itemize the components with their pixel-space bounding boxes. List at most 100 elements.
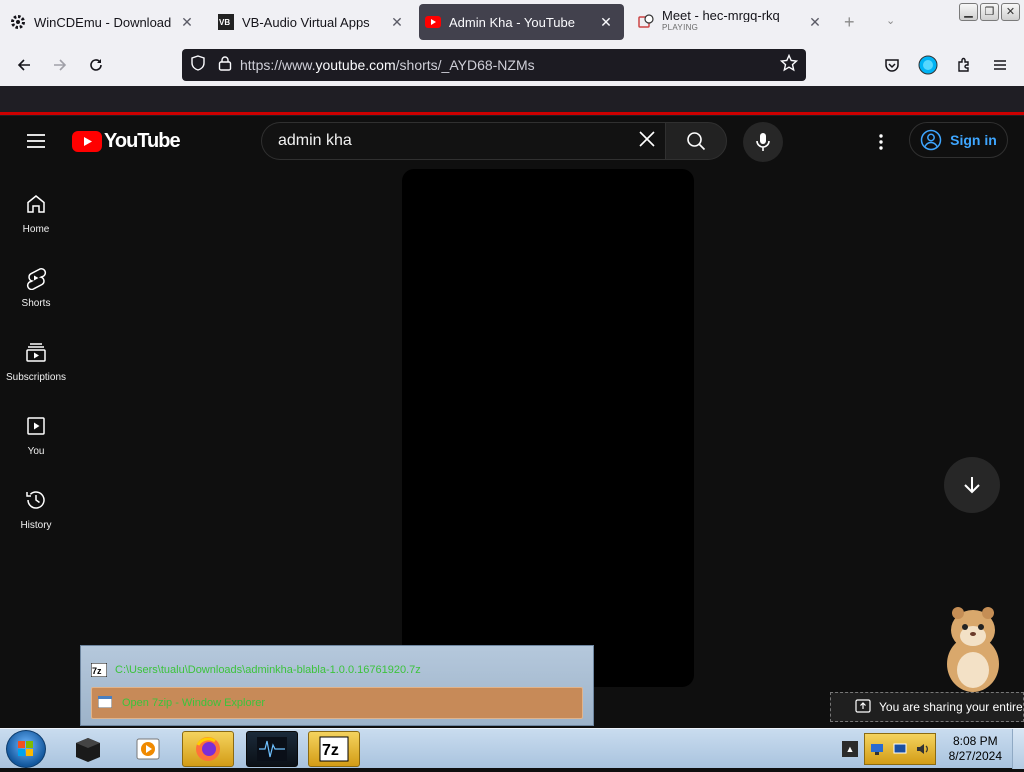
tab-playing-label: PLAYING [662, 23, 699, 32]
taskbar-app-media-player[interactable] [122, 731, 174, 767]
page-load-strip [0, 86, 1024, 116]
vb-logo-icon: VB [218, 14, 234, 30]
search-query: admin kha [278, 132, 352, 149]
guide-menu-button[interactable] [24, 132, 48, 155]
jump-list-recent-file[interactable]: 7z C:\Users\tualu\Downloads\adminkha-bla… [90, 659, 583, 681]
volume-icon [917, 744, 929, 754]
search-button[interactable] [665, 122, 727, 160]
7zip-icon: 7z [319, 736, 349, 762]
sidebar-item-label: You [27, 446, 45, 457]
monitor-icon [893, 743, 907, 754]
start-button[interactable] [6, 730, 46, 768]
next-short-button[interactable] [944, 457, 1000, 513]
close-tab-icon[interactable]: ✕ [805, 14, 825, 31]
back-button[interactable] [10, 52, 38, 78]
network-icon [870, 744, 883, 755]
search-input[interactable]: admin kha [261, 122, 665, 160]
waveform-app-icon [257, 737, 287, 761]
black-box-app-icon [76, 738, 100, 762]
new-tab-button[interactable]: + [844, 12, 855, 33]
close-tab-icon[interactable]: ✕ [387, 14, 407, 31]
taskbar-app-audio[interactable] [246, 731, 298, 767]
close-window-button[interactable]: ✕ [1001, 3, 1020, 21]
hamburger-icon [994, 60, 1006, 70]
menu-button[interactable] [986, 52, 1014, 78]
taskbar-app-7zip[interactable]: 7z [308, 731, 360, 767]
close-tab-icon[interactable]: ✕ [596, 14, 616, 31]
svg-text:7z: 7z [92, 666, 102, 676]
windows-taskbar: 7z ▲ 8:08 PM 8/27/2024 [0, 728, 1024, 769]
sidebar-item-home[interactable]: Home [0, 178, 72, 248]
url-text[interactable]: https://www.youtube.com/shorts/_AYD68-NZ… [240, 57, 535, 73]
voice-search-button[interactable] [743, 122, 783, 162]
jump-list-item-text: C:\Users\tualu\Downloads\adminkha-blabla… [115, 664, 421, 676]
pocket-button[interactable] [878, 52, 906, 78]
sign-in-label: Sign in [950, 132, 997, 148]
forward-button[interactable] [46, 52, 74, 78]
tab-title: VB-Audio Virtual Apps [242, 14, 370, 30]
tab-list-button[interactable]: ⌄ [886, 14, 895, 27]
arrow-right-icon [54, 59, 67, 71]
tab-meet[interactable]: Meet - hec-mrgq-rkq PLAYING ✕ [628, 4, 833, 40]
subscriptions-icon [26, 343, 46, 362]
reload-button[interactable] [82, 52, 110, 78]
show-hidden-icons-button[interactable]: ▲ [842, 741, 858, 757]
taskbar-clock[interactable]: 8:08 PM 8/27/2024 [949, 734, 1002, 764]
browser-nav-bar: https://www.youtube.com/shorts/_AYD68-NZ… [0, 44, 1024, 86]
arrow-left-icon [17, 59, 30, 71]
svg-text:VB: VB [219, 18, 230, 27]
taskbar-jump-list: 7z C:\Users\tualu\Downloads\adminkha-bla… [80, 645, 594, 726]
7zip-icon: 7z [90, 662, 108, 678]
maximize-button[interactable]: ❐ [980, 3, 999, 21]
youtube-icon [425, 14, 441, 30]
taskbar-app-firefox[interactable] [182, 731, 234, 767]
lock-icon[interactable] [218, 55, 232, 76]
extensions-button[interactable] [950, 52, 978, 78]
tab-wincdemu[interactable]: WinCDEmu - Download ✕ [0, 4, 205, 40]
show-desktop-button[interactable] [1012, 729, 1024, 769]
url-bar[interactable]: https://www.youtube.com/shorts/_AYD68-NZ… [182, 49, 806, 81]
gear-icon [10, 14, 26, 30]
close-tab-icon[interactable]: ✕ [177, 14, 197, 31]
tab-title: Admin Kha - YouTube [449, 14, 575, 30]
sidebar-item-label: Subscriptions [5, 372, 67, 383]
firefox-icon [196, 737, 220, 761]
minimize-button[interactable]: ▁ [959, 3, 978, 21]
youtube-logo[interactable]: YouTube [72, 130, 181, 153]
pocket-icon [885, 59, 899, 72]
sidebar-item-history[interactable]: History [0, 474, 72, 544]
bookmark-star-icon[interactable] [779, 53, 799, 77]
account-button[interactable] [914, 52, 942, 78]
windows-logo-icon [18, 741, 33, 756]
jump-list-item-text: Open 7zip - Window Explorer [122, 697, 266, 709]
sidebar-item-label: Home [22, 224, 50, 235]
sidebar-item-shorts[interactable]: Shorts [0, 252, 72, 322]
taskbar-app-explorer[interactable] [62, 731, 114, 767]
search-icon [687, 132, 706, 151]
shield-icon[interactable] [190, 54, 206, 76]
media-player-icon [136, 738, 160, 760]
account-avatar-icon [918, 55, 938, 75]
tab-title: WinCDEmu - Download [34, 14, 172, 30]
window-icon [97, 695, 114, 710]
youtube-play-icon [72, 131, 102, 152]
clock-time: 8:08 PM [952, 734, 998, 748]
hamburger-icon [27, 134, 45, 148]
sign-in-button[interactable]: Sign in [909, 122, 1008, 158]
sidebar-item-label: Shorts [21, 298, 51, 309]
meet-icon [638, 14, 654, 30]
tray-icons-group[interactable] [864, 733, 936, 765]
logo-text: YouTube [104, 130, 181, 152]
shorts-icon [27, 268, 46, 290]
clear-search-icon[interactable] [637, 129, 657, 154]
jump-list-open-window[interactable]: Open 7zip - Window Explorer [91, 687, 583, 719]
tab-vb-audio[interactable]: VB VB-Audio Virtual Apps ✕ [208, 4, 415, 40]
system-tray: ▲ 8:08 PM 8/27/2024 [840, 729, 1024, 769]
tab-youtube[interactable]: Admin Kha - YouTube ✕ [419, 4, 624, 40]
home-icon [27, 195, 45, 213]
settings-more-button[interactable] [872, 132, 890, 157]
sidebar-item-subscriptions[interactable]: Subscriptions [0, 326, 72, 396]
screen-sharing-notice[interactable]: You are sharing your entire [830, 692, 1024, 722]
sidebar-item-you[interactable]: You [0, 400, 72, 470]
shorts-video-player[interactable] [402, 169, 694, 687]
